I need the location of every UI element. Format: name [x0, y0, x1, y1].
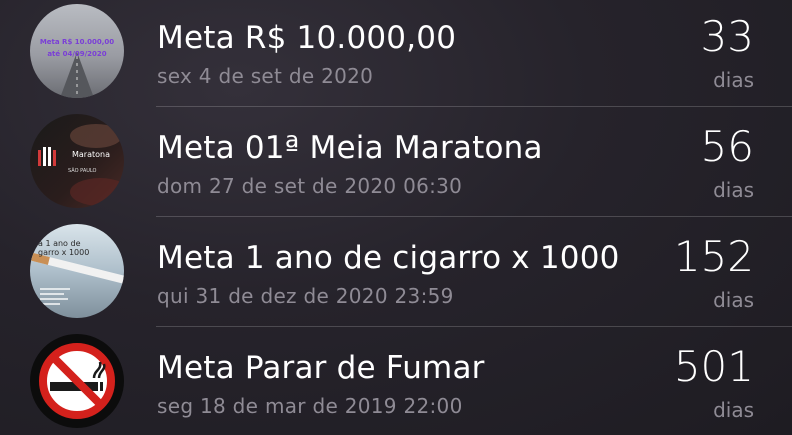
days-unit: dias — [713, 288, 754, 312]
goal-date: dom 27 de set de 2020 06:30 — [157, 174, 463, 198]
days-unit: dias — [713, 398, 754, 422]
days-remaining: 33 — [700, 12, 754, 61]
cigarette-goal-image: a 1 ano de garro x 1000 — [30, 224, 124, 318]
thumb-text-line-2: até 04/09/2020 — [47, 50, 106, 58]
goal-date: qui 31 de dez de 2020 23:59 — [157, 284, 454, 308]
thumb-text-line-1: Meta R$ 10.000,00 — [40, 38, 114, 46]
list-item-parar-de-fumar[interactable]: Meta Parar de Fumar seg 18 de mar de 201… — [0, 324, 792, 434]
goal-title: Meta 1 ano de cigarro x 1000 — [157, 240, 620, 276]
list-item-meia-maratona[interactable]: Maratona SÃO PAULO Meta 01ª Meia Maraton… — [0, 104, 792, 214]
goal-title: Meta R$ 10.000,00 — [157, 20, 457, 56]
marathon-logo-image: Maratona SÃO PAULO — [30, 114, 124, 208]
no-smoking-icon — [30, 334, 124, 428]
list-item-cigarro-1000[interactable]: a 1 ano de garro x 1000 Meta 1 ano de ci… — [0, 214, 792, 324]
days-remaining: 56 — [700, 122, 754, 171]
thumb-text-line-1: a 1 ano de — [38, 239, 81, 248]
list-item-meta-10000[interactable]: Meta R$ 10.000,00 até 04/09/2020 Meta R$… — [0, 0, 792, 104]
days-unit: dias — [713, 178, 754, 202]
countdown-list: Meta R$ 10.000,00 até 04/09/2020 Meta R$… — [0, 0, 792, 435]
goal-title: Meta Parar de Fumar — [157, 350, 485, 386]
days-unit: dias — [713, 68, 754, 92]
days-remaining: 152 — [673, 232, 754, 281]
thumb-text-line-2: SÃO PAULO — [68, 167, 97, 174]
goal-date: seg 18 de mar de 2019 22:00 — [157, 394, 463, 418]
thumb-text-line-2: garro x 1000 — [38, 248, 89, 257]
road-goal-image: Meta R$ 10.000,00 até 04/09/2020 — [30, 4, 124, 98]
days-remaining: 501 — [673, 342, 754, 391]
goal-date: sex 4 de set de 2020 — [157, 64, 374, 88]
thumb-text-line-1: Maratona — [72, 150, 110, 159]
goal-title: Meta 01ª Meia Maratona — [157, 130, 543, 166]
